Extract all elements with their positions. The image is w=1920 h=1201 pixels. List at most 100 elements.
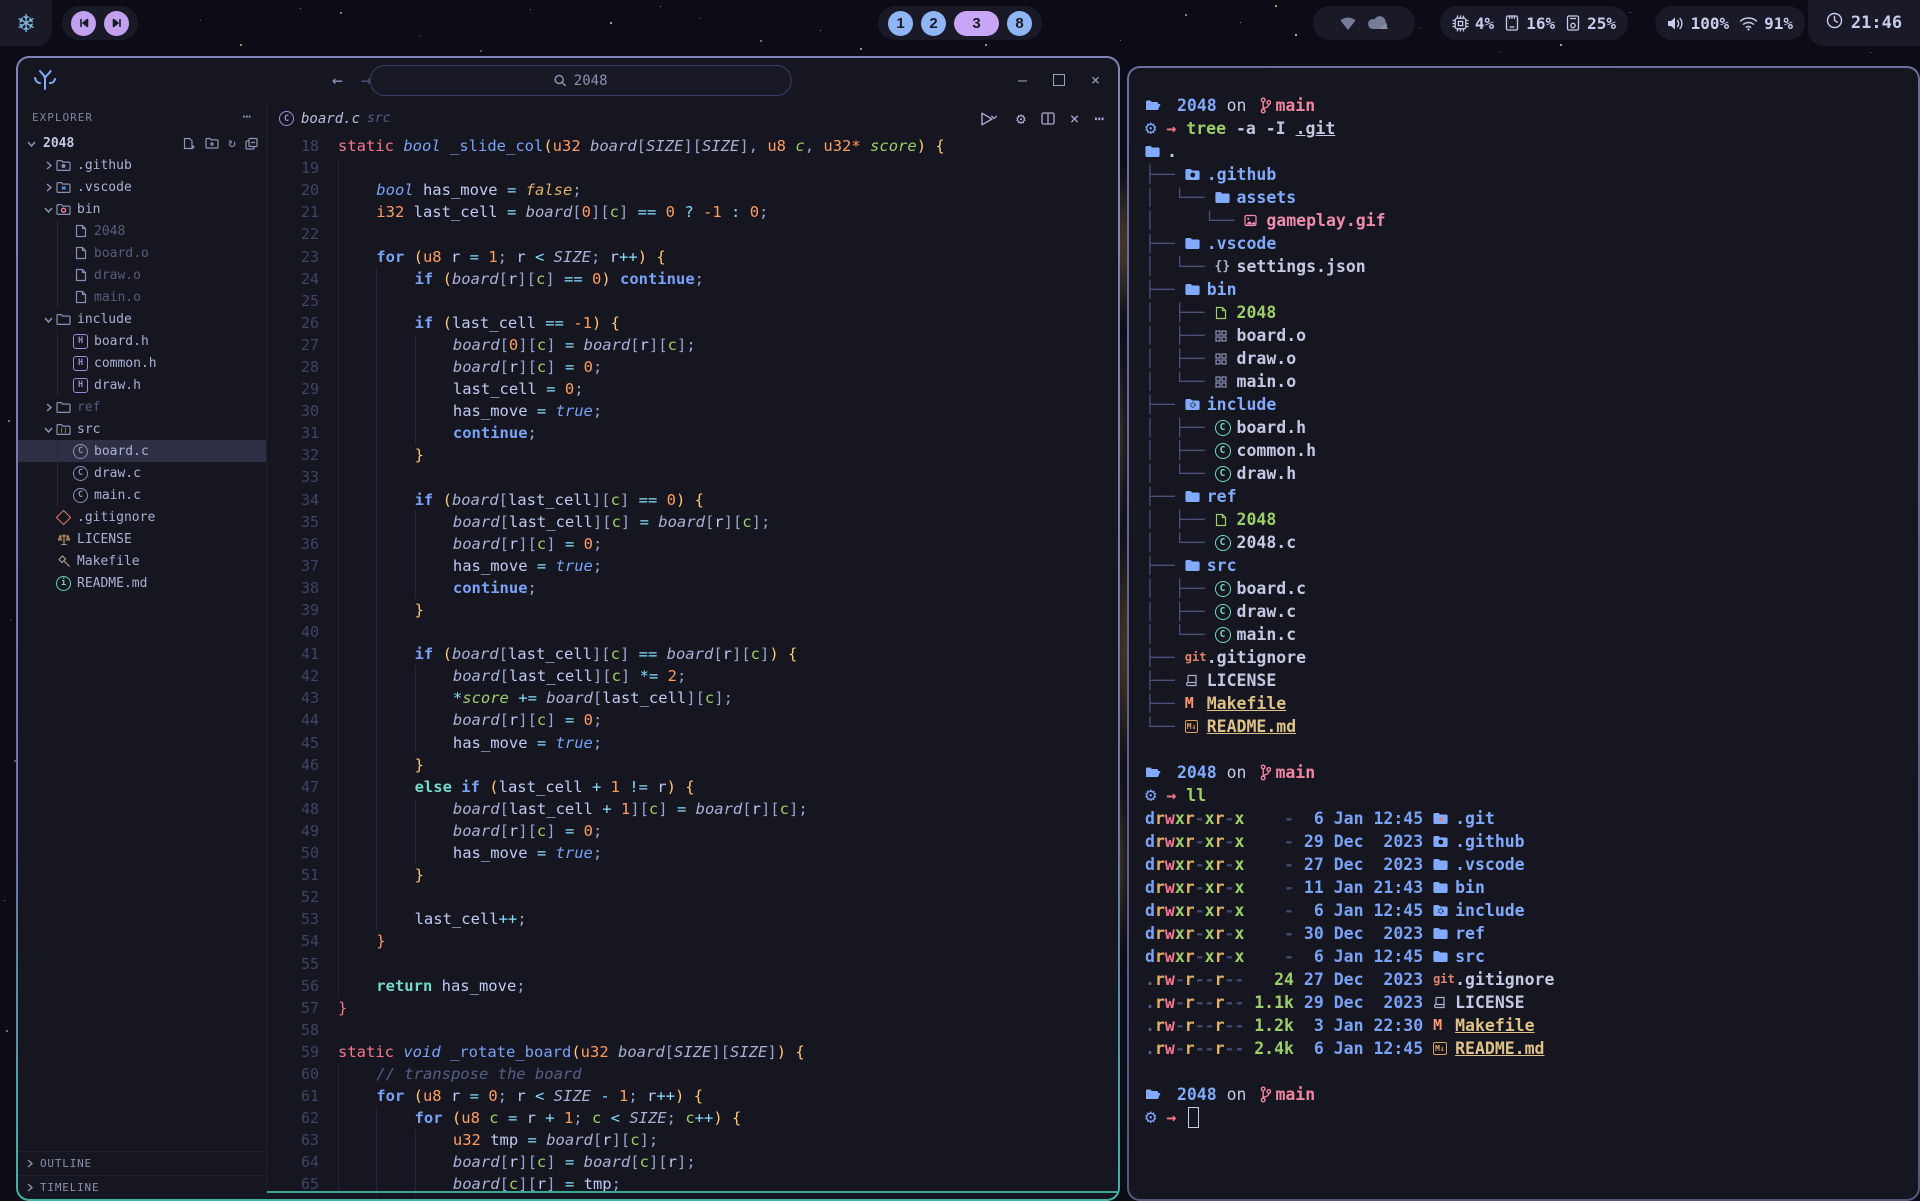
window-minimize-button[interactable]: — (1018, 71, 1027, 89)
code-line-37: 37has_move = true; (267, 555, 1118, 577)
indent-guide (415, 511, 453, 533)
indent-guide (376, 422, 414, 444)
ll-filename: src (1455, 945, 1485, 968)
explorer-item-draw-c[interactable]: Cdraw.c (18, 462, 266, 484)
explorer-item-draw-o[interactable]: draw.o (18, 264, 266, 286)
cpu-icon (1452, 15, 1469, 32)
explorer-item-makefile[interactable]: Makefile (18, 550, 266, 572)
explorer-item-board-h[interactable]: Hboard.h (18, 330, 266, 352)
code-line-47: 47else if (last_cell + 1 != r) { (267, 776, 1118, 798)
c-source-icon: C (1215, 420, 1231, 436)
line-number: 64 (267, 1153, 338, 1171)
close-editor-button[interactable]: × (1070, 109, 1080, 128)
code-line-59: 59static void _rotate_board(u32 board[SI… (267, 1041, 1118, 1063)
line-number: 29 (267, 380, 338, 398)
media-previous-button[interactable] (71, 11, 96, 36)
code-line-36: 36board[r][c] = 0; (267, 533, 1118, 555)
indent-guide (415, 334, 453, 356)
workspace-1[interactable]: 1 (888, 11, 913, 36)
explorer-title: EXPLORER (32, 111, 93, 124)
explorer-item-license[interactable]: LICENSE (18, 528, 266, 550)
clock[interactable]: 21:46 (1808, 0, 1920, 46)
timeline-panel-header[interactable]: TIMELINE (18, 1175, 266, 1199)
window-close-button[interactable]: × (1091, 71, 1100, 89)
indent-guide (415, 1151, 453, 1173)
line-number: 63 (267, 1131, 338, 1149)
split-editor-button[interactable] (1041, 112, 1055, 125)
workspace-switcher: 1238 (878, 6, 1042, 40)
indent-guide (415, 356, 453, 378)
code-line-30: 30has_move = true; (267, 400, 1118, 422)
indent-guide (415, 533, 453, 555)
explorer-item--vscode[interactable]: .vscode (18, 176, 266, 198)
line-number: 46 (267, 756, 338, 774)
new-file-icon[interactable] (183, 137, 196, 150)
c-source-icon: C (1215, 443, 1231, 459)
explorer-item-common-h[interactable]: Hcommon.h (18, 352, 266, 374)
explorer-item--github[interactable]: .github (18, 154, 266, 176)
code-editor[interactable]: 18static bool _slide_col(u32 board[SIZE]… (267, 135, 1118, 1199)
prompt-directory: 2048 (1177, 761, 1217, 784)
tree-entry-settings-json: │ └── {}settings.json (1145, 255, 1902, 278)
search-icon (554, 74, 567, 87)
media-next-button[interactable] (104, 11, 129, 36)
tree-entry-label: 2048 (1237, 301, 1277, 324)
explorer-more-actions-icon[interactable]: ⋯ (243, 109, 252, 125)
settings-gear-icon[interactable]: ⚙ (1016, 109, 1026, 128)
run-debug-button[interactable] (979, 111, 1001, 127)
explorer-item-label: main.c (94, 488, 141, 503)
ll-filename: .vscode (1455, 853, 1525, 876)
explorer-item-main-c[interactable]: Cmain.c (18, 484, 266, 506)
tree-entry-label: .gitignore (1207, 646, 1306, 669)
explorer-item-board-c[interactable]: Cboard.c (18, 440, 266, 462)
explorer-item-readme-md[interactable]: iREADME.md (18, 572, 266, 594)
binary-file-icon (1215, 376, 1227, 388)
tree-entry-label: board.c (1237, 577, 1307, 600)
vscode-titlebar[interactable]: ← → 2048 — × (18, 58, 1118, 102)
indent-guide (376, 820, 414, 842)
code-line-27: 27board[0][c] = board[r][c]; (267, 334, 1118, 356)
tree-entry-board-h: │ ├── Cboard.h (1145, 416, 1902, 439)
code-line-33: 33 (267, 466, 1118, 488)
folder-icon (56, 181, 71, 194)
indent-guide (338, 886, 376, 908)
tree-entry-label: 2048.c (1237, 531, 1297, 554)
explorer-item-src[interactable]: ()src (18, 418, 266, 440)
workspace-3-active[interactable]: 3 (954, 11, 999, 36)
window-maximize-button[interactable] (1053, 74, 1065, 86)
tab-board-c[interactable]: C board.c src (279, 111, 391, 127)
line-number: 59 (267, 1043, 338, 1061)
line-number: 23 (267, 248, 338, 266)
explorer-item-2048[interactable]: 2048↻ (18, 132, 266, 154)
file-icon (1215, 306, 1227, 320)
collapse-all-icon[interactable] (245, 137, 258, 150)
explorer-item--gitignore[interactable]: .gitignore (18, 506, 266, 528)
terminal-content[interactable]: 2048 on main⚙ → tree -a -I .git .├── .gi… (1129, 68, 1918, 1199)
editor-area[interactable]: C board.c src ⚙ × (267, 102, 1118, 1199)
workspace-2[interactable]: 2 (921, 11, 946, 36)
explorer-item-include[interactable]: include (18, 308, 266, 330)
workspace-8[interactable]: 8 (1007, 11, 1032, 36)
explorer-item-ref[interactable]: ref (18, 396, 266, 418)
explorer-item-label: LICENSE (77, 532, 132, 547)
outline-panel-header[interactable]: OUTLINE (18, 1151, 266, 1175)
editor-more-actions-icon[interactable]: ⋯ (1094, 109, 1104, 128)
nixos-launcher-button[interactable]: ❄ (0, 0, 52, 46)
file-icon (75, 268, 87, 282)
explorer-item-draw-h[interactable]: Hdraw.h (18, 374, 266, 396)
editor-scrollbar[interactable] (267, 1191, 1118, 1193)
explorer-item-2048[interactable]: 2048 (18, 220, 266, 242)
makefile-hammer-icon (57, 555, 71, 568)
indent-guide (415, 820, 453, 842)
explorer-item-bin[interactable]: bin (18, 198, 266, 220)
volume-network: 100% 91% (1655, 6, 1805, 40)
refresh-icon[interactable]: ↻ (228, 136, 236, 151)
tree-entry-label: .vscode (1207, 232, 1277, 255)
indent-guide (376, 754, 414, 776)
explorer-item-main-o[interactable]: main.o (18, 286, 266, 308)
explorer-item-board-o[interactable]: board.o (18, 242, 266, 264)
new-folder-icon[interactable] (205, 137, 219, 149)
nav-back-button[interactable]: ← (332, 70, 343, 91)
command-search-box[interactable]: 2048 (370, 65, 792, 96)
tree-entry-label: Makefile (1207, 692, 1286, 715)
